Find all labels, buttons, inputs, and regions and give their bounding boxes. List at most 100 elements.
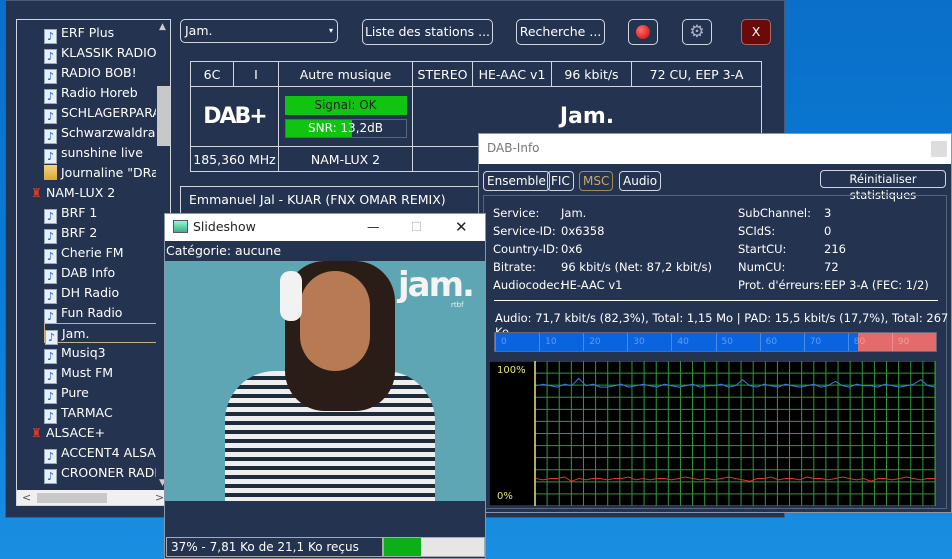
tree-ensemble[interactable]: ♜ ALSACE+ [31, 423, 105, 443]
audio-pad-ratio-bar: 0 10 20 30 40 50 60 70 80 90 [494, 332, 937, 352]
tree-item[interactable]: ♪ DH Radio [44, 283, 119, 304]
station-combo[interactable]: Jam. ▾ [180, 19, 338, 43]
folder-icon [44, 165, 57, 180]
tree-item[interactable]: ♪ ACCENT4 ALSACE [44, 443, 171, 464]
vertical-scroll-thumb[interactable] [157, 86, 170, 146]
music-note-icon: ♪ [44, 49, 57, 64]
close-icon[interactable] [931, 141, 947, 157]
station-list-button[interactable]: Liste des stations ... [362, 19, 493, 45]
tree-item-label: NAM-LUX 2 [46, 185, 116, 200]
ensemble-name: NAM-LUX 2 [278, 146, 413, 172]
info-label: SCIdS: [738, 224, 776, 238]
info-value: 0x6 [561, 242, 583, 256]
tree-item[interactable]: ♪ Jam. [44, 323, 158, 345]
info-label: NumCU: [738, 260, 786, 274]
slide-progress [383, 537, 485, 557]
music-note-icon: ♪ [44, 309, 57, 324]
info-value: 0x6358 [561, 224, 605, 238]
tree-item[interactable]: ♪ TARMAC [44, 403, 113, 424]
close-icon[interactable]: ✕ [455, 214, 468, 240]
tree-item[interactable]: ♪ BRF 1 [44, 203, 98, 224]
ratio-tick-label: 10 [539, 333, 557, 351]
tree-item-label: Musiq3 [61, 345, 106, 360]
tree-item-label: CROONER RADIO [61, 465, 168, 480]
station-tree[interactable]: ♪ ERF Plus ♪ KLASSIK RADIO ♪ RADIO BOB! ♪ Radio… [16, 19, 171, 506]
window-title: DAB-Info [487, 141, 540, 155]
jam-logo: jam. [398, 265, 475, 305]
music-note-icon: ♪ [44, 469, 57, 484]
dropdown-icon: ▾ [328, 26, 333, 35]
music-note-icon: ♪ [44, 249, 57, 264]
slideshow-titlebar: Slideshow — ☐ ✕ [165, 214, 485, 241]
music-note-icon: ♪ [44, 349, 57, 364]
tree-item-label: Radio Horeb [61, 85, 138, 100]
horizontal-scroll-thumb[interactable] [37, 493, 107, 503]
search-button[interactable]: Recherche ... [516, 19, 605, 45]
tree-item[interactable]: ♪ Schwarzwaldradio [44, 123, 170, 144]
ratio-tick-label: 50 [715, 333, 733, 351]
tab-msc[interactable]: MSC [579, 171, 614, 191]
reset-stats-button[interactable]: Réinitialiser statistiques [820, 170, 946, 202]
tree-item[interactable]: ♪ Musiq3 [44, 343, 106, 364]
slide-status: 37% - 7,81 Ko de 21,1 Ko reçus [166, 537, 383, 557]
tree-item[interactable]: ♪ SCHLAGERPARADIES [44, 103, 170, 124]
tree-ensemble[interactable]: ♜ NAM-LUX 2 [31, 183, 115, 203]
tree-item-label: BRF 1 [61, 205, 98, 220]
music-note-icon: ♪ [44, 69, 57, 84]
info-label: Audiocodec: [493, 278, 564, 292]
tree-item[interactable]: ♪ ERF Plus [44, 23, 114, 44]
maximize-icon[interactable]: ☐ [411, 214, 422, 240]
tree-item-label: Journaline "DRadio" [61, 165, 170, 180]
info-label: Country-ID: [493, 242, 559, 256]
info-label: Service: [493, 206, 540, 220]
tree-item[interactable]: ♪ RADIO BOB! [44, 63, 137, 84]
ratio-tick-label: 40 [671, 333, 689, 351]
info-value: HE-AAC v1 [561, 278, 623, 292]
antenna-icon: ♜ [31, 426, 42, 440]
music-note-icon: ♪ [44, 229, 57, 244]
minimize-icon[interactable]: — [367, 214, 380, 240]
tree-item-label: KLASSIK RADIO [61, 45, 157, 60]
tree-item[interactable]: Journaline "DRadio" [44, 163, 170, 183]
horizontal-scrollbar[interactable]: < > [17, 490, 170, 505]
dab-plus-logo: DAB+ [190, 86, 279, 147]
signal-bar: Signal: OK [284, 95, 407, 115]
music-note-icon: ♪ [44, 369, 57, 384]
settings-button[interactable]: ⚙ [682, 19, 712, 45]
audio-mode: STEREO [412, 61, 473, 87]
tree-item-label: Pure [61, 385, 89, 400]
tree-item-label: ACCENT4 ALSACE [61, 445, 171, 460]
protection: 72 CU, EEP 3-A [631, 61, 762, 87]
info-label: StartCU: [738, 242, 787, 256]
dab-info-titlebar: DAB-Info [479, 134, 951, 164]
tree-item[interactable]: ♪ Pure [44, 383, 89, 404]
ratio-tick-label: 90 [891, 333, 909, 351]
music-note-icon: ♪ [44, 409, 57, 424]
tree-item[interactable]: ♪ BRF 2 [44, 223, 97, 244]
channel: 6C [190, 61, 234, 87]
tree-item[interactable]: ♪ DAB Info [44, 263, 115, 284]
tree-item-label: Jam. [62, 326, 90, 341]
tree-item[interactable]: ♪ CROONER RADIO [44, 463, 168, 484]
tree-item[interactable]: ♪ KLASSIK RADIO [44, 43, 157, 64]
tree-item[interactable]: ♪ sunshine live [44, 143, 143, 164]
y-tick-label: 100% [497, 365, 526, 376]
tree-item[interactable]: ♪ Fun Radio [44, 303, 122, 324]
ratio-tick-label: 60 [759, 333, 777, 351]
tree-item-label: Must FM [61, 365, 114, 380]
y-tick-label: 0% [497, 491, 513, 502]
tree-item[interactable]: ♪ Must FM [44, 363, 114, 384]
music-note-icon: ♪ [44, 289, 57, 304]
record-button[interactable] [628, 19, 658, 45]
genre: Autre musique [278, 61, 413, 87]
tree-item[interactable]: ♪ Cherie FM [44, 243, 124, 264]
info-value: Jam. [561, 206, 587, 220]
tree-item[interactable]: ♪ Radio Horeb [44, 83, 138, 104]
info-label: Service-ID: [493, 224, 556, 238]
window-title: Slideshow [193, 219, 256, 234]
tab-audio[interactable]: Audio [619, 171, 662, 191]
tab-fic[interactable]: FIC [547, 171, 574, 191]
snr-bar: SNR: 13,2dB [284, 118, 407, 138]
tab-ensemble[interactable]: Ensemble [483, 171, 550, 191]
close-button[interactable]: X [741, 19, 771, 45]
